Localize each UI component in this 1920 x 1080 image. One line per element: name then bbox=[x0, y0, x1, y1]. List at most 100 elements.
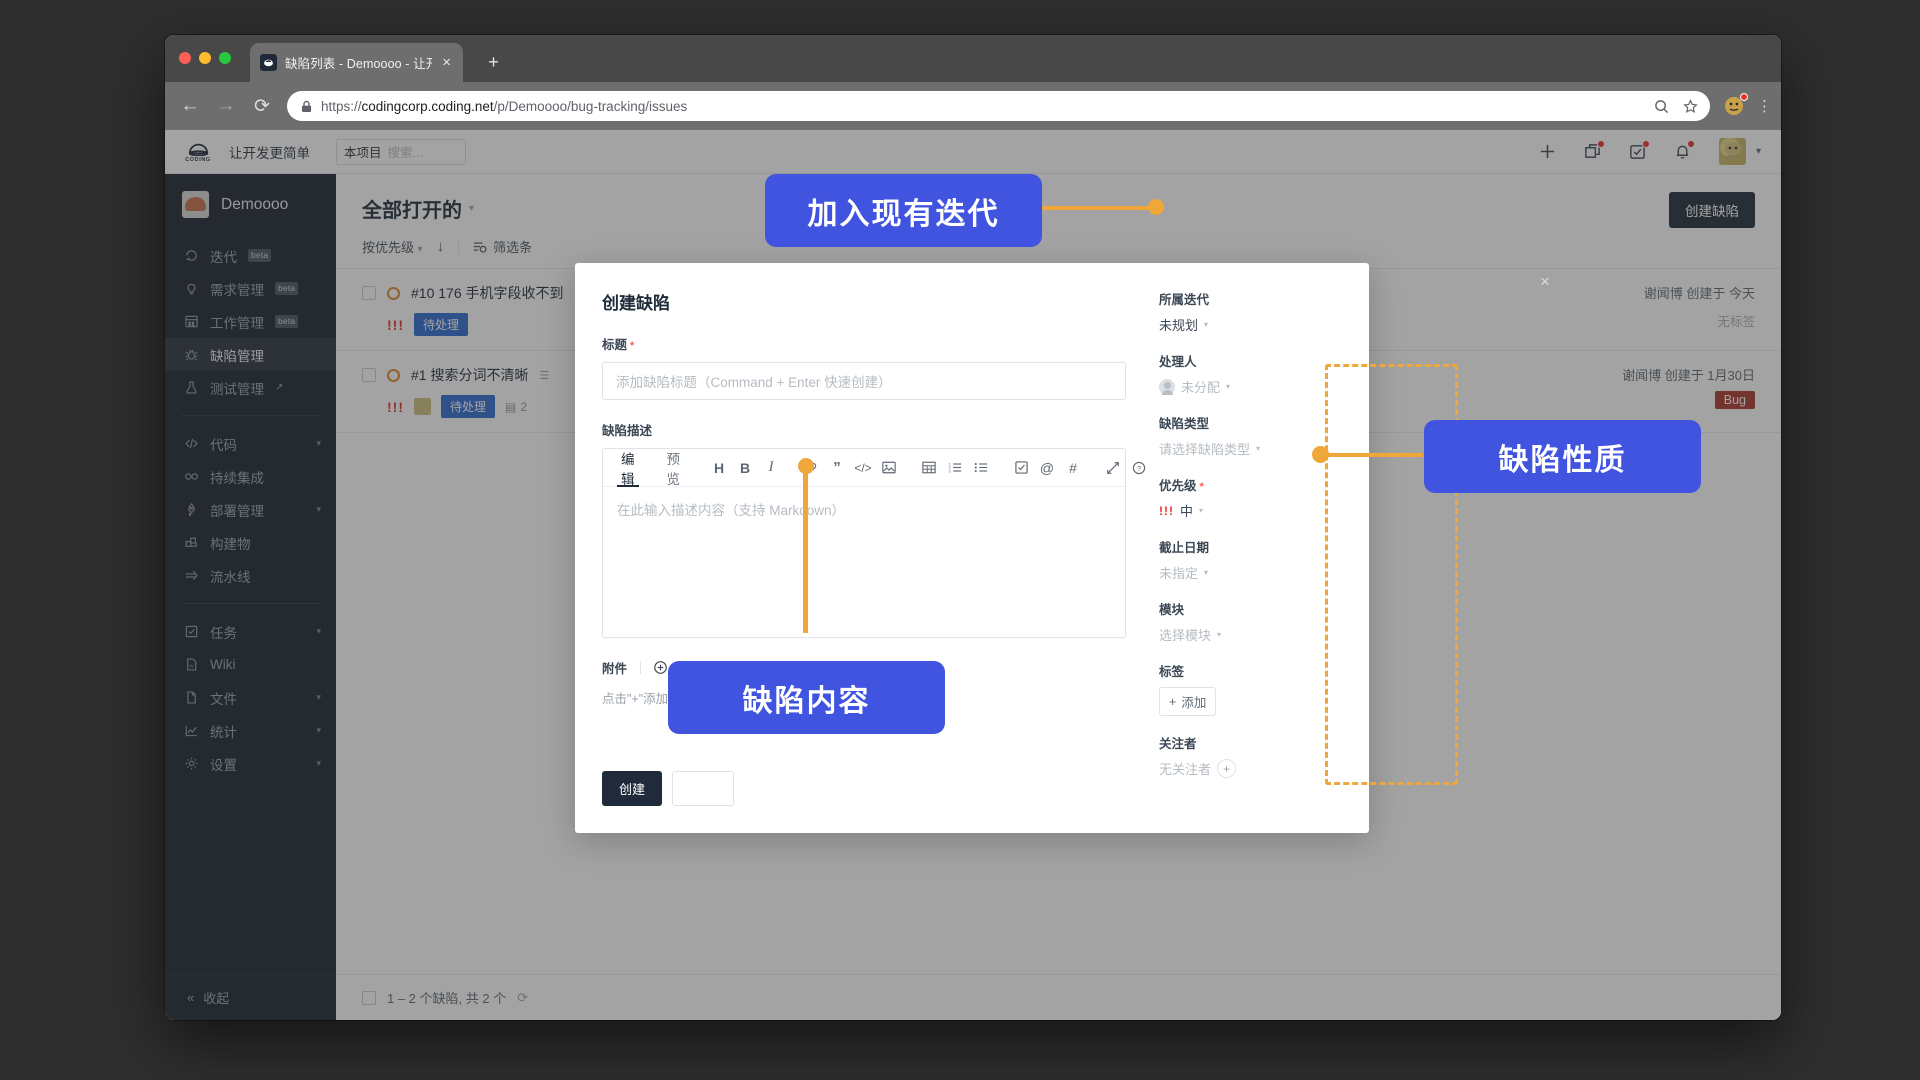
sidebar-item-构建物[interactable]: 构建物 bbox=[165, 526, 336, 559]
sidebar-item-测试管理[interactable]: 测试管理 ↗ bbox=[165, 371, 336, 404]
search-input[interactable]: 本项目 搜索... bbox=[336, 138, 466, 165]
submit-create-button[interactable]: 创建 bbox=[602, 771, 663, 806]
fullscreen-icon[interactable] bbox=[1100, 455, 1126, 481]
quote-icon[interactable]: ” bbox=[824, 455, 850, 481]
project-switcher[interactable]: Demoooo bbox=[165, 174, 336, 235]
add-tag-button[interactable]: + 添加 bbox=[1159, 687, 1217, 716]
browser-menu-icon[interactable]: ⋮ bbox=[1757, 97, 1772, 115]
extension-avatar-icon[interactable] bbox=[1724, 93, 1748, 116]
sidebar-item-需求管理[interactable]: 需求管理 beta bbox=[165, 272, 336, 305]
sidebar-item-缺陷管理[interactable]: 缺陷管理 bbox=[165, 338, 336, 371]
close-modal-icon[interactable]: × bbox=[1540, 272, 1550, 292]
sidebar-item-部署管理[interactable]: 部署管理 ▾ bbox=[165, 493, 336, 526]
sort-dropdown[interactable]: 按优先级 ▾ bbox=[362, 237, 423, 256]
sidebar-group: 任务 ▾ W Wiki 文件 ▾ 统计 ▾ 设置 ▾ bbox=[165, 611, 336, 784]
sidebar-collapse-button[interactable]: « 收起 bbox=[165, 974, 336, 1020]
chevron-down-icon[interactable]: ▾ bbox=[316, 504, 321, 515]
sidebar-item-统计[interactable]: 统计 ▾ bbox=[165, 714, 336, 747]
back-icon[interactable]: ← bbox=[179, 95, 201, 117]
field-value[interactable]: 未规划 ▾ bbox=[1159, 315, 1369, 334]
ordered-list-icon[interactable]: 123 bbox=[942, 455, 968, 481]
mention-icon[interactable]: @ bbox=[1034, 455, 1060, 481]
sidebar-item-文件[interactable]: 文件 ▾ bbox=[165, 681, 336, 714]
hash-icon[interactable]: # bbox=[1060, 455, 1086, 481]
filter-button[interactable]: 筛选条 bbox=[473, 237, 532, 256]
maximize-window-button[interactable] bbox=[219, 52, 231, 64]
plus-icon[interactable] bbox=[1539, 143, 1556, 160]
sidebar-divider bbox=[181, 415, 320, 416]
chevron-down-icon[interactable]: ▾ bbox=[469, 203, 474, 214]
field-value[interactable]: 选择模块 ▾ bbox=[1159, 625, 1369, 644]
close-window-button[interactable] bbox=[179, 52, 191, 64]
sort-direction-icon[interactable]: ↓ bbox=[437, 238, 445, 255]
row-checkbox[interactable] bbox=[362, 286, 376, 300]
description-textarea[interactable]: 在此输入描述内容（支持 Markdown） bbox=[603, 487, 1125, 637]
sidebar-item-label: 工作管理 bbox=[210, 315, 264, 331]
issue-title[interactable]: #10 176 手机字段收不到 bbox=[411, 283, 564, 303]
field-tag-6: 标签 + 添加 bbox=[1159, 661, 1369, 716]
editor-toolbar: 编辑 预览 H B I ” </> 1 2 3 @ # ? bbox=[603, 449, 1146, 487]
cancel-button[interactable] bbox=[672, 771, 735, 806]
row-checkbox[interactable] bbox=[362, 368, 376, 382]
sidebar-item-Wiki[interactable]: W Wiki bbox=[165, 648, 336, 681]
callout-nature: 缺陷性质 bbox=[1424, 420, 1701, 493]
add-watcher-button[interactable]: + bbox=[1217, 759, 1237, 778]
chevron-down-icon[interactable]: ▾ bbox=[1756, 146, 1761, 157]
coding-logo-icon: CODING bbox=[185, 139, 211, 165]
chevron-down-icon[interactable]: ▾ bbox=[316, 725, 321, 736]
image-icon[interactable] bbox=[876, 455, 902, 481]
sidebar-item-工作管理[interactable]: 工作管理 beta bbox=[165, 305, 336, 338]
tab-preview[interactable]: 预览 bbox=[651, 449, 697, 487]
field-value[interactable]: 未指定 ▾ bbox=[1159, 563, 1369, 582]
address-bar[interactable]: https://codingcorp.coding.net/p/Demoooo/… bbox=[287, 91, 1710, 121]
task-list-icon[interactable] bbox=[1008, 455, 1034, 481]
close-tab-icon[interactable]: × bbox=[440, 55, 453, 70]
italic-icon[interactable]: I bbox=[758, 455, 784, 481]
code-icon[interactable]: </> bbox=[850, 455, 876, 481]
browser-extensions: ⋮ bbox=[1724, 93, 1772, 116]
field-value[interactable]: !!! 中 ▾ bbox=[1159, 501, 1369, 520]
chevron-down-icon: ▾ bbox=[1204, 568, 1209, 577]
bullet-list-icon[interactable] bbox=[968, 455, 994, 481]
issue-title[interactable]: #1 搜索分词不清晰 bbox=[411, 365, 528, 385]
table-icon[interactable] bbox=[916, 455, 942, 481]
heading-icon[interactable]: H bbox=[706, 455, 732, 481]
select-all-checkbox[interactable] bbox=[362, 990, 376, 1005]
create-bug-button[interactable]: 创建缺陷 bbox=[1669, 192, 1755, 228]
sidebar-item-label: 任务 bbox=[210, 625, 237, 641]
reload-icon[interactable]: ⟳ bbox=[251, 95, 273, 118]
chart-icon bbox=[184, 723, 199, 738]
browser-tab[interactable]: 缺陷列表 - Demoooo - 让开发更 × bbox=[250, 43, 463, 82]
avatar[interactable]: ▾ bbox=[1718, 138, 1761, 165]
bell-icon[interactable] bbox=[1674, 140, 1695, 160]
project-avatar bbox=[182, 191, 209, 218]
refresh-icon[interactable]: ⟳ bbox=[517, 990, 528, 1006]
sidebar-item-任务[interactable]: 任务 ▾ bbox=[165, 615, 336, 648]
chevron-down-icon[interactable]: ▾ bbox=[316, 692, 321, 703]
new-tab-button[interactable]: + bbox=[480, 49, 507, 76]
copy-icon[interactable] bbox=[1584, 140, 1605, 160]
sidebar-item-label: 缺陷管理 bbox=[210, 348, 264, 364]
sidebar-item-label: 构建物 bbox=[210, 536, 251, 552]
task-icon[interactable] bbox=[1629, 140, 1650, 160]
chevron-down-icon[interactable]: ▾ bbox=[316, 758, 321, 769]
bookmark-star-icon[interactable] bbox=[1683, 98, 1698, 114]
bug-title-input[interactable]: 添加缺陷标题（Command + Enter 快速创建） bbox=[602, 362, 1126, 400]
sidebar-item-流水线[interactable]: 流水线 bbox=[165, 559, 336, 592]
coding-brand[interactable]: CODING bbox=[185, 139, 211, 165]
minimize-window-button[interactable] bbox=[199, 52, 211, 64]
sidebar-item-设置[interactable]: 设置 ▾ bbox=[165, 747, 336, 780]
tab-edit[interactable]: 编辑 bbox=[605, 449, 651, 487]
sidebar-item-代码[interactable]: 代码 ▾ bbox=[165, 427, 336, 460]
sidebar-divider bbox=[181, 603, 320, 604]
field-value[interactable]: 未分配 ▾ bbox=[1159, 377, 1369, 396]
zoom-search-icon[interactable] bbox=[1654, 99, 1669, 114]
bold-icon[interactable]: B bbox=[732, 455, 758, 481]
chevron-down-icon[interactable]: ▾ bbox=[316, 626, 321, 637]
sidebar-item-迭代[interactable]: 迭代 beta bbox=[165, 239, 336, 272]
leader-line-nature bbox=[1318, 453, 1423, 457]
sidebar-item-label: 文件 bbox=[210, 691, 237, 707]
chevron-down-icon[interactable]: ▾ bbox=[316, 438, 321, 449]
sidebar-item-持续集成[interactable]: 持续集成 bbox=[165, 460, 336, 493]
address-bar-actions bbox=[1654, 98, 1698, 114]
